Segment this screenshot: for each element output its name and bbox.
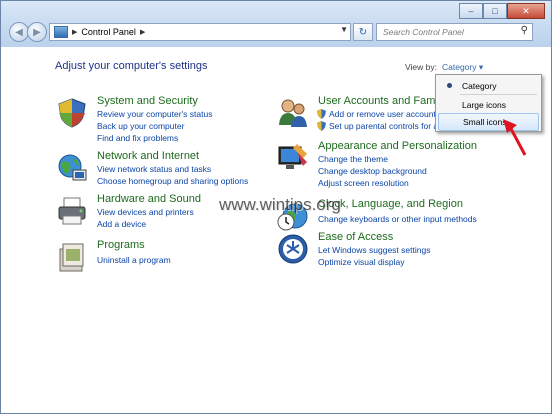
title-bar: – □ ✕ ◀ ▶ ▶ Control Panel ▶ ▼ ↻ Search C… (1, 1, 551, 47)
refresh-icon: ↻ (358, 26, 368, 38)
category-title[interactable]: Ease of Access (318, 231, 393, 243)
forward-arrow-icon: ▶ (33, 26, 41, 38)
back-arrow-icon: ◀ (15, 26, 23, 38)
printer-icon (58, 197, 86, 225)
category-title[interactable]: Appearance and Personalization (318, 140, 477, 152)
link-desktop-background[interactable]: Change desktop background (318, 166, 427, 176)
minimize-button[interactable]: – (459, 3, 483, 19)
link-suggest-settings[interactable]: Let Windows suggest settings (318, 245, 430, 255)
menu-item-label: Large icons (462, 100, 506, 110)
monitor-paint-icon (278, 144, 307, 169)
maximize-button[interactable]: □ (483, 3, 507, 19)
uac-shield-icon (317, 121, 326, 131)
close-button[interactable]: ✕ (507, 3, 545, 19)
users-icon (279, 99, 307, 127)
forward-button[interactable]: ▶ (27, 22, 47, 42)
address-bar[interactable]: ▶ Control Panel ▶ ▼ (49, 23, 351, 41)
breadcrumb-chevron-icon[interactable]: ▶ (140, 28, 145, 36)
link-change-theme[interactable]: Change the theme (318, 154, 388, 164)
control-panel-icon (54, 26, 68, 38)
network-globe-icon (58, 154, 87, 181)
menu-item-label: Small icons (463, 117, 507, 127)
page-title: Adjust your computer's settings (55, 60, 208, 72)
link-screen-resolution[interactable]: Adjust screen resolution (318, 178, 409, 188)
link-homegroup[interactable]: Choose homegroup and sharing options (97, 176, 248, 186)
uac-shield-icon (317, 109, 326, 119)
menu-item-large-icons[interactable]: Large icons (438, 97, 539, 113)
link-parental-controls[interactable]: Set up parental controls for any (329, 121, 447, 131)
link-keyboards[interactable]: Change keyboards or other input methods (318, 214, 477, 224)
control-panel-window: – □ ✕ ◀ ▶ ▶ Control Panel ▶ ▼ ↻ Search C… (0, 0, 552, 414)
link-add-device[interactable]: Add a device (97, 219, 146, 229)
category-title[interactable]: Programs (97, 239, 145, 251)
address-dropdown-icon[interactable]: ▼ (340, 25, 348, 34)
window-controls: – □ ✕ (459, 3, 545, 19)
link-optimize-display[interactable]: Optimize visual display (318, 257, 404, 267)
category-title[interactable]: System and Security (97, 95, 198, 107)
ease-of-access-icon (278, 234, 308, 264)
link-find-fix[interactable]: Find and fix problems (97, 133, 178, 143)
link-review-status[interactable]: Review your computer's status (97, 109, 212, 119)
breadcrumb-separator-icon[interactable]: ▶ (72, 28, 77, 36)
search-icon[interactable]: ⚲ (521, 25, 528, 36)
link-devices-printers[interactable]: View devices and printers (97, 207, 194, 217)
programs-icon (59, 243, 84, 272)
red-arrow-icon (503, 119, 527, 156)
breadcrumb-control-panel[interactable]: Control Panel (81, 27, 136, 37)
radio-selected-icon (447, 83, 452, 88)
shield-icon (58, 98, 86, 128)
menu-item-category[interactable]: Category (438, 78, 539, 94)
menu-separator (460, 94, 537, 95)
search-input[interactable]: Search Control Panel ⚲ (376, 23, 533, 41)
category-title[interactable]: User Accounts and Family (318, 95, 446, 107)
back-button[interactable]: ◀ (9, 22, 29, 42)
link-network-status[interactable]: View network status and tasks (97, 164, 211, 174)
view-by-label: View by: (405, 62, 437, 72)
category-title[interactable]: Hardware and Sound (97, 193, 201, 205)
menu-item-label: Category (462, 81, 497, 91)
link-add-remove-users[interactable]: Add or remove user accounts (329, 109, 440, 119)
link-back-up[interactable]: Back up your computer (97, 121, 184, 131)
view-by-dropdown[interactable]: Category ▾ (442, 62, 483, 73)
refresh-button[interactable]: ↻ (353, 23, 373, 41)
category-title[interactable]: Network and Internet (97, 150, 199, 162)
link-uninstall[interactable]: Uninstall a program (97, 255, 171, 265)
search-placeholder: Search Control Panel (383, 27, 464, 37)
watermark-text: www.wintips.org (219, 195, 341, 214)
